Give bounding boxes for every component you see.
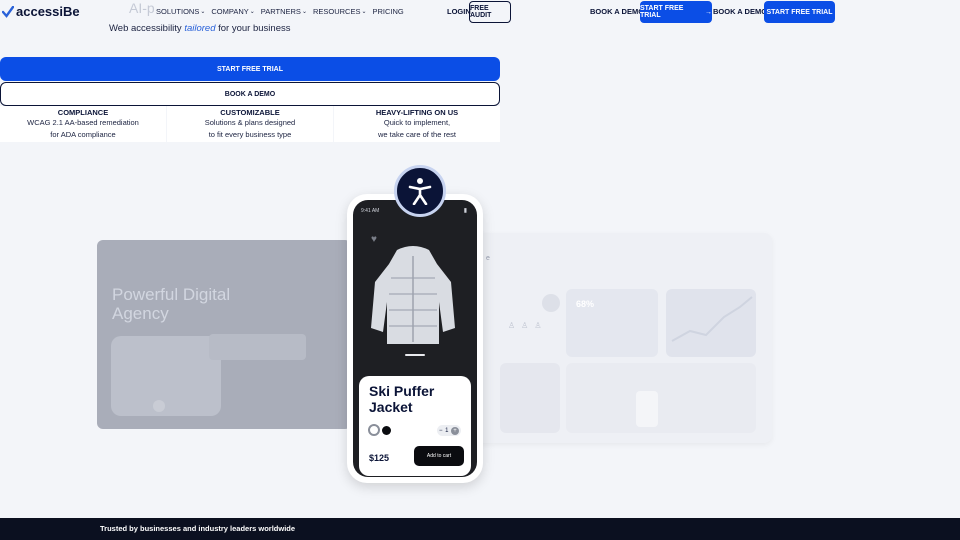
- start-trial-button[interactable]: START FREE TRIAL →: [640, 1, 712, 23]
- battery-icon: ▮: [463, 208, 467, 214]
- start-trial-button-secondary[interactable]: START FREE TRIAL: [764, 1, 835, 23]
- preview-image: [111, 336, 221, 416]
- feature-line: WCAG 2.1 AA-based remediation: [27, 118, 139, 127]
- feature-title: COMPLIANCE: [57, 108, 109, 117]
- accessibe-check-icon: [2, 5, 14, 18]
- feature-heavy-lifting: HEAVY-LIFTING ON US Quick to implement, …: [334, 106, 500, 142]
- arrow-right-icon: →: [705, 8, 712, 16]
- hero-start-trial-button[interactable]: START FREE TRIAL: [0, 57, 500, 81]
- content-tile: [566, 363, 756, 433]
- product-card: Ski Puffer Jacket − 1 + $125 Add to cart: [359, 376, 471, 476]
- chart-tile: [666, 289, 756, 357]
- feature-customizable: CUSTOMIZABLE Solutions & plans designed …: [167, 106, 333, 142]
- product-price: $125: [369, 453, 390, 463]
- menu-partners[interactable]: PARTNERS ⌄: [261, 7, 307, 16]
- agency-website-preview: Powerful Digital Agency: [97, 240, 351, 429]
- feature-line: to fit every business type: [208, 130, 292, 139]
- accessibility-widget-button[interactable]: [394, 165, 446, 217]
- hero-book-demo-button[interactable]: BOOK A DEMO: [0, 82, 500, 106]
- quantity-stepper[interactable]: − 1 +: [437, 425, 461, 436]
- trusted-by-banner: Trusted by businesses and industry leade…: [0, 518, 960, 540]
- team-icons: ♙♙♙: [508, 321, 548, 330]
- book-demo-link-secondary[interactable]: BOOK A DEMO: [713, 7, 767, 16]
- puffer-jacket-image: [371, 246, 455, 344]
- chevron-down-icon: ⌄: [361, 9, 367, 15]
- free-audit-button[interactable]: FREE AUDIT: [469, 1, 511, 23]
- login-link[interactable]: LOGIN: [447, 7, 471, 16]
- chevron-down-icon: ⌄: [249, 9, 255, 15]
- phone-mockup: 9:41 AM ▮ ♥ Ski Puffer Jacket − 1 + $125…: [347, 194, 483, 483]
- book-demo-link[interactable]: BOOK A DEMO: [590, 7, 644, 16]
- menu-solutions[interactable]: SOLUTIONS ⌄: [156, 7, 205, 16]
- chevron-down-icon: ⌄: [301, 9, 307, 15]
- accessibility-icon: [408, 178, 432, 205]
- trend-line-icon: [671, 296, 753, 342]
- feature-line: Quick to implement,: [383, 118, 451, 127]
- avatar: [153, 400, 165, 412]
- main-menu: SOLUTIONS ⌄ COMPANY ⌄ PARTNERS ⌄ RESOURCES ⌄…: [156, 7, 404, 16]
- feature-line: we take care of the rest: [378, 130, 456, 139]
- feature-title: CUSTOMIZABLE: [220, 108, 280, 117]
- dashboard-preview: e ♙♙♙ 68%: [470, 233, 772, 443]
- stat-tile: 68%: [566, 289, 658, 357]
- chevron-down-icon: ⌄: [200, 9, 206, 15]
- plus-button[interactable]: +: [450, 426, 459, 435]
- stat-value: 68%: [576, 299, 595, 309]
- dashboard-label: e: [486, 255, 490, 262]
- carousel-indicator: [405, 354, 425, 356]
- add-to-cart-button[interactable]: Add to cart: [414, 446, 464, 466]
- mini-card: [636, 391, 658, 427]
- phone-screen: 9:41 AM ▮ ♥ Ski Puffer Jacket − 1 + $125…: [353, 200, 477, 477]
- logo[interactable]: accessiBe: [2, 4, 80, 19]
- hero-heading: AI-p: [129, 0, 155, 16]
- brand-name: accessiBe: [16, 4, 80, 19]
- preview-search-bar: [209, 334, 306, 360]
- feature-line: for ADA compliance: [50, 130, 116, 139]
- image-tile: [500, 363, 560, 433]
- agency-title: Powerful Digital Agency: [112, 285, 231, 323]
- product-name: Ski Puffer Jacket: [369, 383, 435, 415]
- minus-button[interactable]: −: [439, 428, 443, 434]
- hero-tagline: Web accessibility tailored for your busi…: [109, 23, 291, 34]
- feature-compliance: COMPLIANCE WCAG 2.1 AA-based remediation…: [0, 106, 166, 142]
- color-option-white[interactable]: [368, 424, 380, 436]
- feature-title: HEAVY-LIFTING ON US: [375, 108, 459, 117]
- menu-pricing[interactable]: PRICING: [373, 7, 404, 16]
- menu-company[interactable]: COMPANY ⌄: [211, 7, 254, 16]
- phone-time: 9:41 AM: [361, 208, 380, 214]
- avatar: [542, 294, 560, 312]
- menu-resources[interactable]: RESOURCES ⌄: [313, 7, 367, 16]
- feature-line: Solutions & plans designed: [204, 118, 296, 127]
- quantity-value: 1: [445, 427, 449, 434]
- color-option-black[interactable]: [382, 426, 391, 435]
